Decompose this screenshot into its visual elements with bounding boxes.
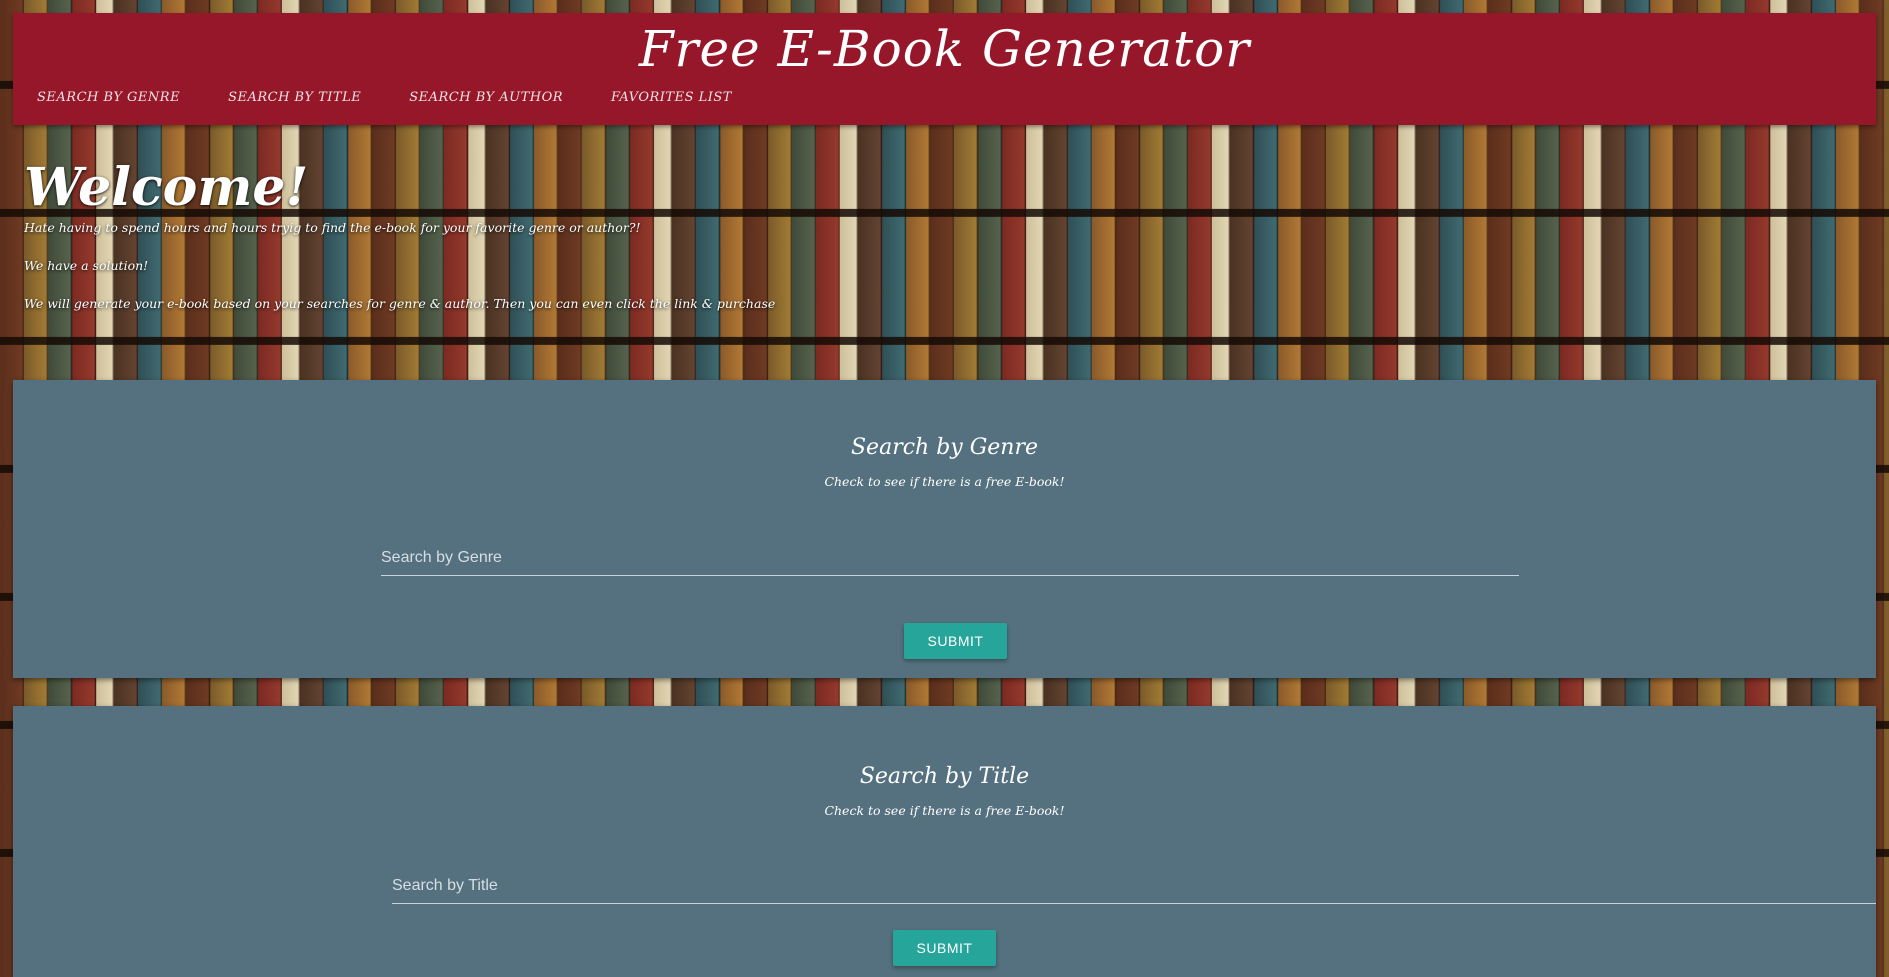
welcome-text-line-1: Hate having to spend hours and hours try… bbox=[24, 220, 641, 235]
title-search-heading: Search by Title bbox=[859, 764, 1030, 789]
welcome-section: Welcome! Hate having to spend hours and … bbox=[24, 158, 775, 312]
welcome-text-line-2: We have a solution! bbox=[24, 258, 149, 273]
site-title: Free E-Book Generator bbox=[638, 20, 1251, 78]
nav-link-favorites-list[interactable]: Favorites List bbox=[611, 90, 732, 105]
genre-search-panel: Search by Genre Check to see if there is… bbox=[13, 380, 1876, 678]
nav-link-search-by-title[interactable]: Search by Title bbox=[228, 90, 361, 105]
main-nav: Search by Genre Search by Title Search b… bbox=[37, 90, 732, 105]
welcome-heading: Welcome! bbox=[24, 157, 309, 218]
welcome-text-line-3: We will generate your e-book based on yo… bbox=[24, 296, 776, 311]
nav-link-search-by-genre[interactable]: Search by Genre bbox=[37, 90, 180, 105]
genre-search-subtitle: Check to see if there is a free E-book! bbox=[824, 474, 1065, 489]
genre-search-input[interactable] bbox=[381, 540, 1519, 576]
site-header: Free E-Book Generator Search by Genre Se… bbox=[13, 13, 1876, 125]
genre-submit-button[interactable]: SUBMIT bbox=[904, 623, 1007, 659]
title-search-input[interactable] bbox=[392, 868, 1876, 904]
title-submit-button[interactable]: SUBMIT bbox=[893, 930, 996, 966]
genre-search-heading: Search by Genre bbox=[850, 435, 1038, 460]
title-search-subtitle: Check to see if there is a free E-book! bbox=[824, 803, 1065, 818]
nav-link-search-by-author[interactable]: Search by Author bbox=[409, 90, 563, 105]
title-search-panel: Search by Title Check to see if there is… bbox=[13, 706, 1876, 977]
